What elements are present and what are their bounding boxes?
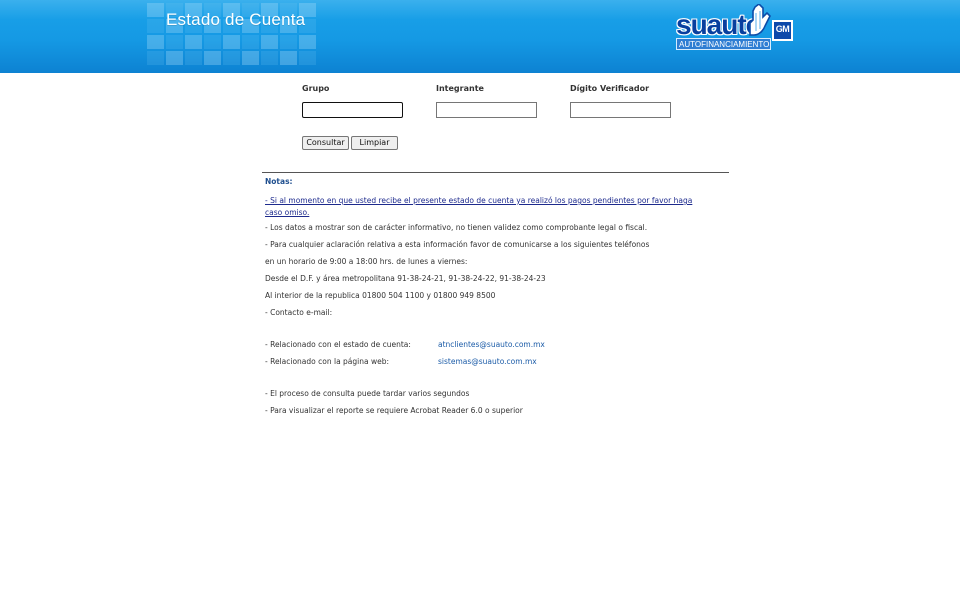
- notes-title: Notas:: [265, 177, 293, 186]
- member-input[interactable]: [436, 102, 537, 118]
- interior-phone-text: Al interior de la republica 01800 504 11…: [265, 291, 496, 300]
- header-shine: [0, 0, 960, 20]
- header-tile: [185, 35, 202, 49]
- header-tile: [280, 51, 297, 65]
- gm-logo: GM: [772, 20, 793, 41]
- header-tile: [223, 51, 240, 65]
- suauto-logo: suauto GM AUTOFINANCIAMIENTO: [676, 4, 800, 50]
- payment-notice-link[interactable]: - Si al momento en que usted recibe el p…: [265, 195, 705, 219]
- header-tile: [261, 35, 278, 49]
- account-statement-contact-label: - Relacionado con el estado de cuenta:: [265, 340, 411, 349]
- header-tile: [166, 35, 183, 49]
- info-disclaimer-text: - Los datos a mostrar son de carácter in…: [265, 223, 648, 232]
- header-tile: [147, 35, 164, 49]
- check-digit-input[interactable]: [570, 102, 671, 118]
- header-tile: [223, 35, 240, 49]
- email-contact-label: - Contacto e-mail:: [265, 308, 333, 317]
- header-tile: [166, 51, 183, 65]
- header-tile: [242, 35, 259, 49]
- website-contact-label: - Relacionado con la página web:: [265, 357, 390, 366]
- member-label: Integrante: [436, 84, 484, 93]
- statement-query-form: Grupo Integrante Dígito Verificador Cons…: [302, 84, 682, 154]
- header-tile: [185, 51, 202, 65]
- process-delay-text: - El proceso de consulta puede tardar va…: [265, 389, 470, 398]
- group-input[interactable]: [302, 102, 403, 118]
- header-tile: [204, 51, 221, 65]
- header-tile: [242, 51, 259, 65]
- statement-query-page: Estado de Cuenta suauto GM AUTOFINANCIAM…: [0, 0, 960, 600]
- header-tile: [280, 35, 297, 49]
- notes-divider: [262, 172, 729, 173]
- group-label: Grupo: [302, 84, 330, 93]
- hand-logo-icon: [749, 4, 771, 36]
- website-email-link[interactable]: sistemas@suauto.com.mx: [438, 357, 537, 367]
- df-phone-text: Desde el D.F. y área metropolitana 91-38…: [265, 274, 546, 283]
- header-tile: [261, 51, 278, 65]
- account-statement-email-link[interactable]: atnclientes@suauto.com.mx: [438, 340, 545, 350]
- clear-button[interactable]: Limpiar: [351, 136, 398, 150]
- header-tile: [147, 51, 164, 65]
- header-tile: [299, 51, 316, 65]
- acrobat-requirement-text: - Para visualizar el reporte se requiere…: [265, 406, 523, 415]
- contact-intro-text: - Para cualquier aclaración relativa a e…: [265, 240, 650, 249]
- page-header: Estado de Cuenta suauto GM AUTOFINANCIAM…: [0, 0, 960, 73]
- consult-button[interactable]: Consultar: [302, 136, 349, 150]
- header-tile: [147, 3, 164, 17]
- header-tile: [147, 19, 164, 33]
- header-tile: [204, 35, 221, 49]
- check-digit-label: Dígito Verificador: [570, 84, 650, 93]
- page-title: Estado de Cuenta: [166, 10, 306, 29]
- header-tile: [299, 35, 316, 49]
- office-hours-text: en un horario de 9:00 a 18:00 hrs. de lu…: [265, 257, 468, 266]
- brand-subtitle: AUTOFINANCIAMIENTO: [676, 38, 771, 50]
